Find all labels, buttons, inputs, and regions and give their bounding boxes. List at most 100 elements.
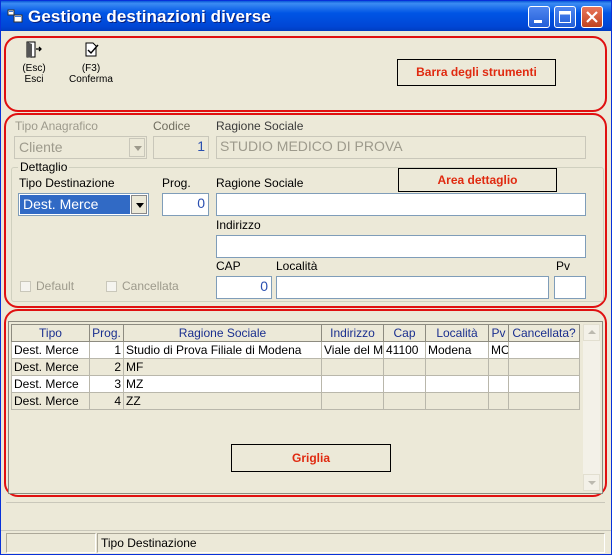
tipo-destinazione-value: Dest. Merce <box>20 195 130 214</box>
window-title: Gestione destinazioni diverse <box>28 7 271 26</box>
cell-pv[interactable] <box>488 392 509 410</box>
column-header-cancellata[interactable]: Cancellata? <box>508 324 580 342</box>
tipo-anagrafico-select[interactable]: Cliente <box>14 136 147 159</box>
exit-door-icon <box>26 41 42 58</box>
table-row[interactable]: Dest. Merce 2 MF <box>11 358 580 376</box>
cell-localita[interactable] <box>425 358 489 376</box>
cell-ragione-sociale[interactable]: Studio di Prova Filiale di Modena <box>123 341 322 359</box>
cell-tipo[interactable]: Dest. Merce <box>11 392 90 410</box>
column-header-pv[interactable]: Pv <box>488 324 509 342</box>
maximize-button[interactable] <box>554 6 576 28</box>
localita-label: Località <box>276 259 318 273</box>
exit-shortcut: (Esc) <box>22 63 46 74</box>
status-panel-left <box>6 533 96 553</box>
cancellata-label: Cancellata <box>122 279 179 293</box>
cell-prog[interactable]: 4 <box>89 392 124 410</box>
status-bar: Tipo Destinazione <box>1 530 611 554</box>
close-icon <box>586 11 598 23</box>
cell-prog[interactable]: 2 <box>89 358 124 376</box>
cell-cancellata[interactable] <box>508 358 580 376</box>
prog-label: Prog. <box>162 176 191 190</box>
cell-cancellata[interactable] <box>508 392 580 410</box>
cell-ragione-sociale[interactable]: MZ <box>123 375 322 393</box>
ragione-sociale-detail-label: Ragione Sociale <box>216 176 304 190</box>
column-header-prog[interactable]: Prog. <box>89 324 124 342</box>
tipo-anagrafico-value: Cliente <box>19 139 63 155</box>
title-bar[interactable]: Gestione destinazioni diverse <box>1 1 611 31</box>
cell-indirizzo[interactable] <box>321 392 384 410</box>
cell-cancellata[interactable] <box>508 375 580 393</box>
table-row[interactable]: Dest. Merce 1 Studio di Prova Filiale di… <box>11 341 580 359</box>
cancellata-checkbox[interactable] <box>106 281 117 292</box>
detail-annotation: Area dettaglio <box>398 168 557 192</box>
grid-annotation: Griglia <box>231 444 391 472</box>
table-row[interactable]: Dest. Merce 3 MZ <box>11 375 580 393</box>
toolbar-annotation: Barra degli strumenti <box>397 59 556 86</box>
minimize-button[interactable] <box>528 6 550 28</box>
cell-prog[interactable]: 1 <box>89 341 124 359</box>
cell-cap[interactable] <box>383 375 426 393</box>
tipo-anagrafico-label: Tipo Anagrafico <box>15 119 98 133</box>
close-button[interactable] <box>581 6 603 28</box>
cell-ragione-sociale[interactable]: ZZ <box>123 392 322 410</box>
exit-button[interactable]: (Esc) Esci <box>14 41 54 85</box>
confirm-button[interactable]: (F3) Conferma <box>64 41 118 85</box>
grid-table: Tipo Prog. Ragione Sociale Indirizzo Cap… <box>11 324 580 410</box>
default-label: Default <box>36 279 75 293</box>
maximize-icon <box>559 11 571 23</box>
exit-label: Esci <box>24 74 44 85</box>
pv-label: Pv <box>556 259 571 273</box>
column-header-tipo[interactable]: Tipo <box>11 324 90 342</box>
column-header-localita[interactable]: Località <box>425 324 489 342</box>
cell-cap[interactable]: 41100 <box>383 341 426 359</box>
cell-tipo[interactable]: Dest. Merce <box>11 358 90 376</box>
cell-cancellata[interactable] <box>508 341 580 359</box>
minimize-icon <box>534 20 542 23</box>
table-row[interactable]: Dest. Merce 4 ZZ <box>11 392 580 410</box>
column-header-indirizzo[interactable]: Indirizzo <box>321 324 384 342</box>
cell-localita[interactable] <box>425 392 489 410</box>
grid-header-row: Tipo Prog. Ragione Sociale Indirizzo Cap… <box>11 324 580 342</box>
confirm-shortcut: (F3) <box>81 63 101 74</box>
ragione-sociale-header-field[interactable]: STUDIO MEDICO DI PROVA <box>216 136 586 159</box>
pv-field[interactable] <box>554 276 586 299</box>
column-header-cap[interactable]: Cap <box>383 324 426 342</box>
main-window: Gestione destinazioni diverse (Esc) Esci… <box>0 0 612 555</box>
codice-field[interactable]: 1 <box>153 136 209 159</box>
scroll-up-icon[interactable] <box>583 324 600 341</box>
cell-tipo[interactable]: Dest. Merce <box>11 375 90 393</box>
confirm-check-icon <box>85 42 99 57</box>
scroll-down-icon[interactable] <box>583 474 600 491</box>
cell-pv[interactable] <box>488 375 509 393</box>
cell-indirizzo[interactable] <box>321 375 384 393</box>
codice-label: Codice <box>153 119 191 133</box>
cap-label: CAP <box>216 259 241 273</box>
cell-indirizzo[interactable]: Viale del M <box>321 341 384 359</box>
confirm-label: Conferma <box>69 74 113 85</box>
default-checkbox[interactable] <box>20 281 31 292</box>
ragione-sociale-detail-field[interactable] <box>216 193 586 216</box>
chevron-down-icon[interactable] <box>129 138 145 157</box>
cell-tipo[interactable]: Dest. Merce <box>11 341 90 359</box>
status-panel-right: Tipo Destinazione <box>97 533 605 553</box>
tipo-destinazione-select[interactable]: Dest. Merce <box>18 193 149 216</box>
cap-field[interactable]: 0 <box>216 276 272 299</box>
cell-ragione-sociale[interactable]: MF <box>123 358 322 376</box>
indirizzo-field[interactable] <box>216 235 586 258</box>
cell-localita[interactable] <box>425 375 489 393</box>
indirizzo-label: Indirizzo <box>216 218 261 232</box>
localita-field[interactable] <box>276 276 549 299</box>
grid-vertical-scrollbar[interactable] <box>583 324 600 491</box>
cell-pv[interactable]: MO <box>488 341 509 359</box>
prog-field[interactable]: 0 <box>162 193 209 216</box>
dettaglio-legend: Dettaglio <box>18 160 70 174</box>
cell-cap[interactable] <box>383 392 426 410</box>
cell-localita[interactable]: Modena <box>425 341 489 359</box>
cell-indirizzo[interactable] <box>321 358 384 376</box>
cell-pv[interactable] <box>488 358 509 376</box>
column-header-ragione-sociale[interactable]: Ragione Sociale <box>123 324 322 342</box>
cell-cap[interactable] <box>383 358 426 376</box>
bottom-separator <box>6 502 605 526</box>
chevron-down-icon[interactable] <box>131 195 147 214</box>
cell-prog[interactable]: 3 <box>89 375 124 393</box>
